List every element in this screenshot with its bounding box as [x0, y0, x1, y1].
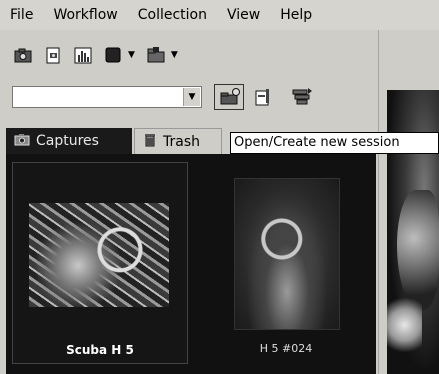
- histogram-icon[interactable]: [72, 45, 94, 65]
- thumbnail[interactable]: H 5 #024: [202, 162, 370, 364]
- thumbnail-label: H 5 #024: [259, 342, 313, 355]
- document-camera-icon[interactable]: [42, 45, 64, 65]
- stop-square-icon[interactable]: [102, 45, 124, 65]
- menu-workflow[interactable]: Workflow: [43, 7, 127, 23]
- thumbnail-image: [234, 178, 340, 330]
- camera-icon: [14, 132, 30, 150]
- menu-file[interactable]: File: [0, 7, 43, 23]
- menu-help[interactable]: Help: [270, 7, 322, 23]
- chevron-down-icon[interactable]: ▼: [183, 88, 200, 106]
- session-select[interactable]: ▼: [12, 86, 202, 108]
- chevron-down-icon[interactable]: ▼: [171, 50, 178, 60]
- viewer-header: [379, 30, 439, 90]
- thumbnail-image: [29, 203, 169, 307]
- tab-captures[interactable]: Captures: [6, 128, 132, 154]
- stack-icon[interactable]: [290, 86, 314, 108]
- folder-card-icon[interactable]: [252, 86, 276, 108]
- tab-trash[interactable]: Trash: [134, 128, 222, 154]
- trash-icon: [143, 133, 157, 151]
- open-create-session-icon: [220, 88, 240, 105]
- open-create-session-button[interactable]: [214, 84, 244, 110]
- menu-bar: File Workflow Collection View Help: [0, 0, 439, 30]
- tab-trash-label: Trash: [163, 133, 200, 150]
- thumbnail[interactable]: Scuba H 5: [12, 162, 188, 364]
- viewer-panel: [378, 30, 439, 374]
- thumbnail-label: Scuba H 5: [66, 343, 134, 357]
- tooltip: Open/Create new session: [230, 132, 439, 154]
- captures-browser: Scuba H 5 H 5 #024: [6, 154, 376, 374]
- folder-icon[interactable]: [145, 45, 167, 65]
- toolbar-row-1: ▼ ▼: [12, 44, 180, 66]
- chevron-down-icon[interactable]: ▼: [128, 50, 135, 60]
- menu-collection[interactable]: Collection: [128, 7, 217, 23]
- menu-view[interactable]: View: [217, 7, 270, 23]
- camera-icon[interactable]: [12, 45, 34, 65]
- tab-captures-label: Captures: [36, 133, 99, 149]
